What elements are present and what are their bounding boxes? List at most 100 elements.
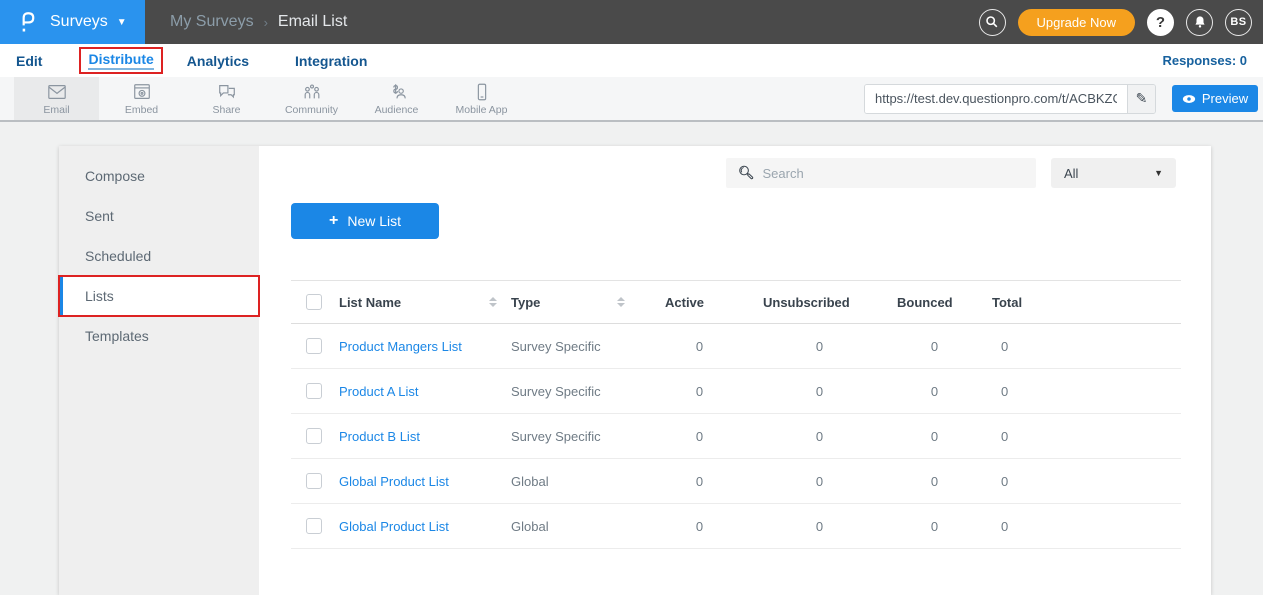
list-name-link[interactable]: Product Mangers List <box>339 339 462 354</box>
total-count: 0 <box>982 384 1181 399</box>
header-list-name: List Name <box>339 295 401 310</box>
list-controls: 🔍︎ All ▼ <box>259 158 1211 188</box>
toolbar-item-embed[interactable]: Embed <box>99 77 184 120</box>
edit-url-button[interactable]: ✎ <box>1127 85 1155 113</box>
sidebar-item-scheduled[interactable]: Scheduled <box>59 236 259 276</box>
new-list-button[interactable]: + New List <box>291 203 439 239</box>
total-count: 0 <box>982 519 1181 534</box>
survey-tab-bar: Edit Distribute Analytics Integration Re… <box>0 44 1263 77</box>
sidebar-item-compose[interactable]: Compose <box>59 156 259 196</box>
list-name-link[interactable]: Product A List <box>339 384 419 399</box>
email-sidebar: Compose Sent Scheduled Lists Templates <box>59 146 259 595</box>
search-button[interactable] <box>979 9 1006 36</box>
mobile-app-icon <box>471 82 493 102</box>
list-name-link[interactable]: Global Product List <box>339 519 449 534</box>
survey-url-zone: ✎ Preview <box>864 77 1263 120</box>
tab-edit[interactable]: Edit <box>16 53 42 69</box>
preview-label: Preview <box>1202 91 1248 106</box>
distribute-annotation-box: Distribute <box>79 47 162 74</box>
header-bounced: Bounced <box>887 295 982 310</box>
app-window: Surveys ▼ My Surveys › Email List Upgrad… <box>0 0 1263 595</box>
breadcrumb-separator-icon: › <box>264 15 268 30</box>
community-icon <box>301 82 323 102</box>
row-checkbox[interactable] <box>306 383 322 399</box>
breadcrumb-my-surveys[interactable]: My Surveys <box>170 13 254 31</box>
top-navigation-bar: Surveys ▼ My Surveys › Email List Upgrad… <box>0 0 1263 44</box>
search-input[interactable] <box>763 166 1024 181</box>
bounced-count: 0 <box>887 474 982 489</box>
table-header-row: List Name Type Active Unsubscribed Bounc… <box>291 280 1181 324</box>
bounced-count: 0 <box>887 339 982 354</box>
bounced-count: 0 <box>887 384 982 399</box>
unsubscribed-count: 0 <box>752 519 887 534</box>
active-count: 0 <box>647 384 752 399</box>
row-checkbox[interactable] <box>306 518 322 534</box>
eye-icon <box>1182 94 1196 104</box>
active-count: 0 <box>647 474 752 489</box>
share-icon <box>216 82 238 102</box>
unsubscribed-count: 0 <box>752 384 887 399</box>
toolbar-item-audience[interactable]: Audience <box>354 77 439 120</box>
row-checkbox[interactable] <box>306 428 322 444</box>
sidebar-item-lists[interactable]: Lists <box>59 276 259 316</box>
sort-icon[interactable] <box>489 297 497 307</box>
notifications-button[interactable] <box>1186 9 1213 36</box>
toolbar-item-label: Community <box>285 104 338 116</box>
total-count: 0 <box>982 339 1181 354</box>
pencil-icon: ✎ <box>1136 90 1148 107</box>
sort-icon[interactable] <box>617 297 625 307</box>
table-row: Product A List Survey Specific 0 0 0 0 <box>291 369 1181 414</box>
header-type: Type <box>511 295 540 310</box>
product-switcher[interactable]: Surveys ▼ <box>0 0 145 44</box>
toolbar-item-label: Share <box>212 104 240 116</box>
list-type: Global <box>511 519 647 534</box>
toolbar-item-email[interactable]: Email <box>14 77 99 120</box>
tab-distribute[interactable]: Distribute <box>88 51 153 70</box>
search-box: 🔍︎ <box>726 158 1036 188</box>
sidebar-item-sent[interactable]: Sent <box>59 196 259 236</box>
filter-value: All <box>1064 166 1078 181</box>
search-icon: 🔍︎ <box>738 165 755 181</box>
total-count: 0 <box>982 429 1181 444</box>
active-count: 0 <box>647 339 752 354</box>
survey-url-input[interactable] <box>865 85 1127 113</box>
toolbar-item-label: Mobile App <box>456 104 508 116</box>
bounced-count: 0 <box>887 429 982 444</box>
help-icon: ? <box>1156 14 1165 31</box>
email-lists-table: List Name Type Active Unsubscribed Bounc… <box>291 280 1181 549</box>
row-checkbox[interactable] <box>306 473 322 489</box>
preview-button[interactable]: Preview <box>1172 85 1258 112</box>
product-label: Surveys <box>50 13 108 31</box>
header-unsubscribed: Unsubscribed <box>752 295 887 310</box>
tab-analytics[interactable]: Analytics <box>187 53 249 69</box>
total-count: 0 <box>982 474 1181 489</box>
avatar[interactable]: BS <box>1225 9 1252 36</box>
toolbar-item-community[interactable]: Community <box>269 77 354 120</box>
bell-icon <box>1193 15 1207 29</box>
help-button[interactable]: ? <box>1147 9 1174 36</box>
table-row: Global Product List Global 0 0 0 0 <box>291 459 1181 504</box>
breadcrumb-current: Email List <box>278 13 347 31</box>
header-total: Total <box>982 295 1181 310</box>
active-count: 0 <box>647 429 752 444</box>
survey-url-box: ✎ <box>864 84 1156 114</box>
sidebar-item-templates[interactable]: Templates <box>59 316 259 356</box>
breadcrumb: My Surveys › Email List <box>170 13 347 31</box>
toolbar-item-mobile-app[interactable]: Mobile App <box>439 77 524 120</box>
embed-icon <box>131 82 153 102</box>
row-checkbox[interactable] <box>306 338 322 354</box>
search-icon <box>985 15 999 29</box>
bounced-count: 0 <box>887 519 982 534</box>
list-name-link[interactable]: Product B List <box>339 429 420 444</box>
list-type: Survey Specific <box>511 429 647 444</box>
select-all-checkbox[interactable] <box>306 294 322 310</box>
tab-integration[interactable]: Integration <box>295 53 367 69</box>
header-active: Active <box>647 295 752 310</box>
toolbar-item-share[interactable]: Share <box>184 77 269 120</box>
chevron-down-icon: ▼ <box>117 17 127 28</box>
list-name-link[interactable]: Global Product List <box>339 474 449 489</box>
upgrade-now-button[interactable]: Upgrade Now <box>1018 9 1136 36</box>
table-row: Product B List Survey Specific 0 0 0 0 <box>291 414 1181 459</box>
plus-icon: + <box>329 212 338 230</box>
type-filter-dropdown[interactable]: All ▼ <box>1051 158 1176 188</box>
